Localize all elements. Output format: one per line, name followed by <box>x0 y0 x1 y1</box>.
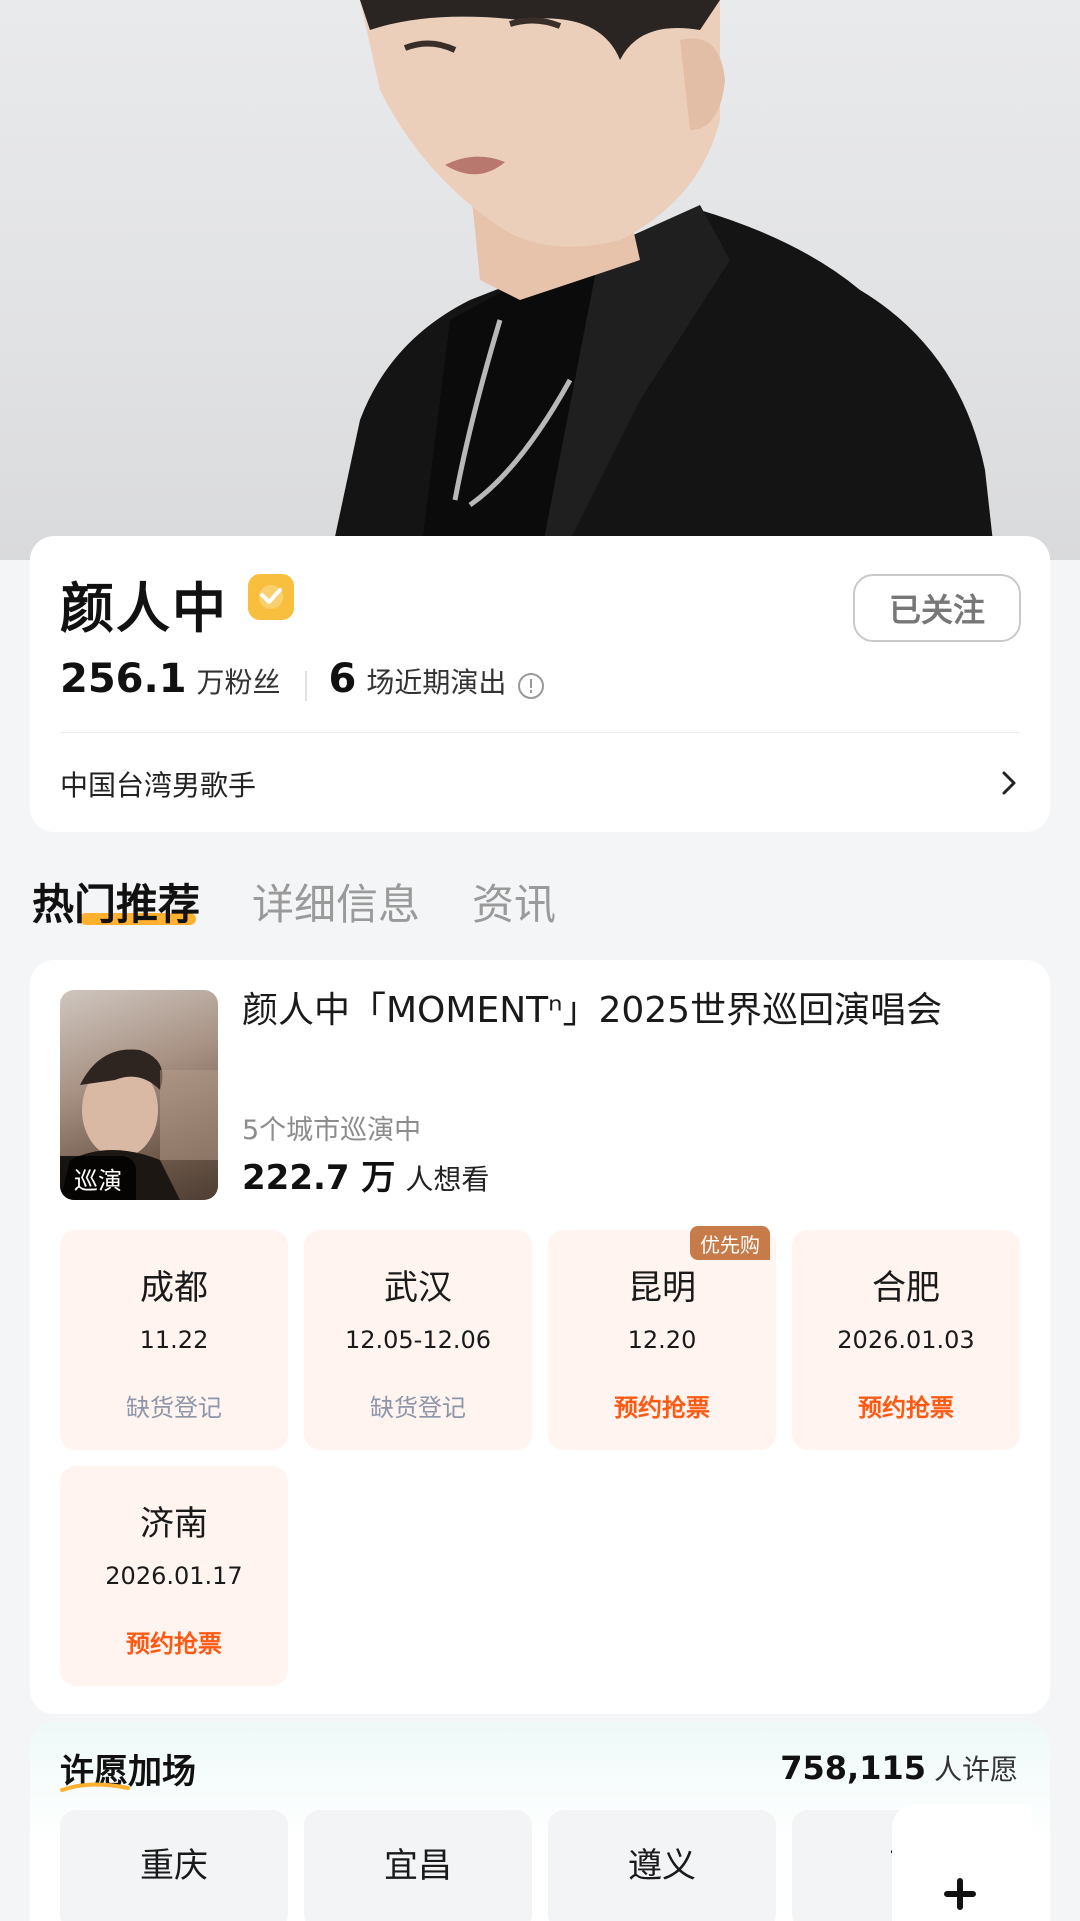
city-date: 12.20 <box>627 1326 697 1354</box>
city-date: 12.05-12.06 <box>344 1326 492 1354</box>
city-name: 济南 <box>140 1504 208 1544</box>
plus-icon <box>944 1878 976 1910</box>
stats-divider <box>304 671 307 701</box>
shows-label: 场近期演出 <box>366 666 507 699</box>
artist-profile-card: 颜人中 已关注 256.1 万粉丝 6 场近期演出 中国台湾男歌手 <box>30 536 1050 832</box>
content-tabs: 热门推荐 详细信息 资讯 <box>32 866 608 936</box>
city-date: 2026.01.17 <box>105 1562 243 1590</box>
artist-name: 颜人中 <box>60 577 228 640</box>
concert-title[interactable]: 颜人中「MOMENTⁿ」2025世界巡回演唱会 <box>242 988 1022 1035</box>
artist-description[interactable]: 中国台湾男歌手 <box>60 764 256 804</box>
wish-count-label: 人许愿 <box>933 1753 1018 1786</box>
fans-count: 256.1 <box>60 656 187 702</box>
shows-count: 6 <box>328 656 357 702</box>
city-status: 预约抢票 <box>614 1394 710 1422</box>
city-tile-kunming[interactable]: 优先购 昆明 12.20 预约抢票 <box>548 1226 776 1450</box>
want-to-see-row: 222.7 万 人想看 <box>242 1150 489 1199</box>
city-tile-hefei[interactable]: 合肥 2026.01.03 预约抢票 <box>792 1230 1020 1450</box>
wish-count-row: 758,115 人许愿 <box>780 1748 1018 1788</box>
artist-portrait-illustration <box>330 0 995 560</box>
artist-stats-row: 256.1 万粉丝 6 场近期演出 <box>60 656 545 716</box>
tab-news[interactable]: 资讯 <box>472 871 556 932</box>
wish-city-tile[interactable]: 宜昌 <box>304 1810 532 1921</box>
wish-city-tile[interactable]: 遵义 <box>548 1810 776 1921</box>
want-count: 222.7 万 <box>242 1158 396 1198</box>
city-status: 预约抢票 <box>126 1630 222 1658</box>
fans-label: 万粉丝 <box>196 666 281 699</box>
profile-divider <box>60 732 1020 733</box>
city-tile-jinan[interactable]: 济南 2026.01.17 预约抢票 <box>60 1466 288 1686</box>
concert-poster[interactable]: 巡演 <box>60 990 218 1200</box>
info-circle-icon[interactable] <box>518 673 545 699</box>
artist-hero-photo <box>0 0 1080 560</box>
concert-card[interactable]: 巡演 颜人中「MOMENTⁿ」2025世界巡回演唱会 5个城市巡演中 222.7… <box>30 960 1050 1714</box>
city-name: 昆明 <box>628 1268 696 1308</box>
concert-cities-summary: 5个城市巡演中 <box>242 1115 422 1146</box>
city-name: 武汉 <box>384 1268 452 1308</box>
tab-details[interactable]: 详细信息 <box>252 871 420 932</box>
follow-button[interactable]: 已关注 <box>853 574 1021 642</box>
city-status: 缺货登记 <box>126 1394 222 1422</box>
city-tile-chengdu[interactable]: 成都 11.22 缺货登记 <box>60 1230 288 1450</box>
wish-city-name: 宜昌 <box>384 1846 452 1886</box>
verified-check-icon <box>248 574 294 620</box>
want-label: 人想看 <box>405 1163 490 1196</box>
wish-underline-decoration <box>60 1782 130 1792</box>
wish-count: 758,115 <box>780 1749 926 1787</box>
city-name: 成都 <box>140 1268 208 1308</box>
tab-hot-recommend[interactable]: 热门推荐 <box>32 871 200 932</box>
city-date: 11.22 <box>139 1326 209 1354</box>
priority-purchase-badge: 优先购 <box>690 1226 770 1260</box>
city-status: 缺货登记 <box>370 1394 466 1422</box>
tour-badge: 巡演 <box>60 1156 136 1200</box>
city-name: 合肥 <box>872 1268 940 1308</box>
add-wish-button[interactable] <box>892 1804 1032 1921</box>
wish-city-tile[interactable]: 重庆 <box>60 1810 288 1921</box>
city-tile-wuhan[interactable]: 武汉 12.05-12.06 缺货登记 <box>304 1230 532 1450</box>
wish-city-name: 遵义 <box>628 1846 696 1886</box>
city-date: 2026.01.03 <box>837 1326 975 1354</box>
wish-city-name: 重庆 <box>140 1846 208 1886</box>
city-status: 预约抢票 <box>858 1394 954 1422</box>
chevron-right-icon[interactable] <box>996 770 1022 796</box>
